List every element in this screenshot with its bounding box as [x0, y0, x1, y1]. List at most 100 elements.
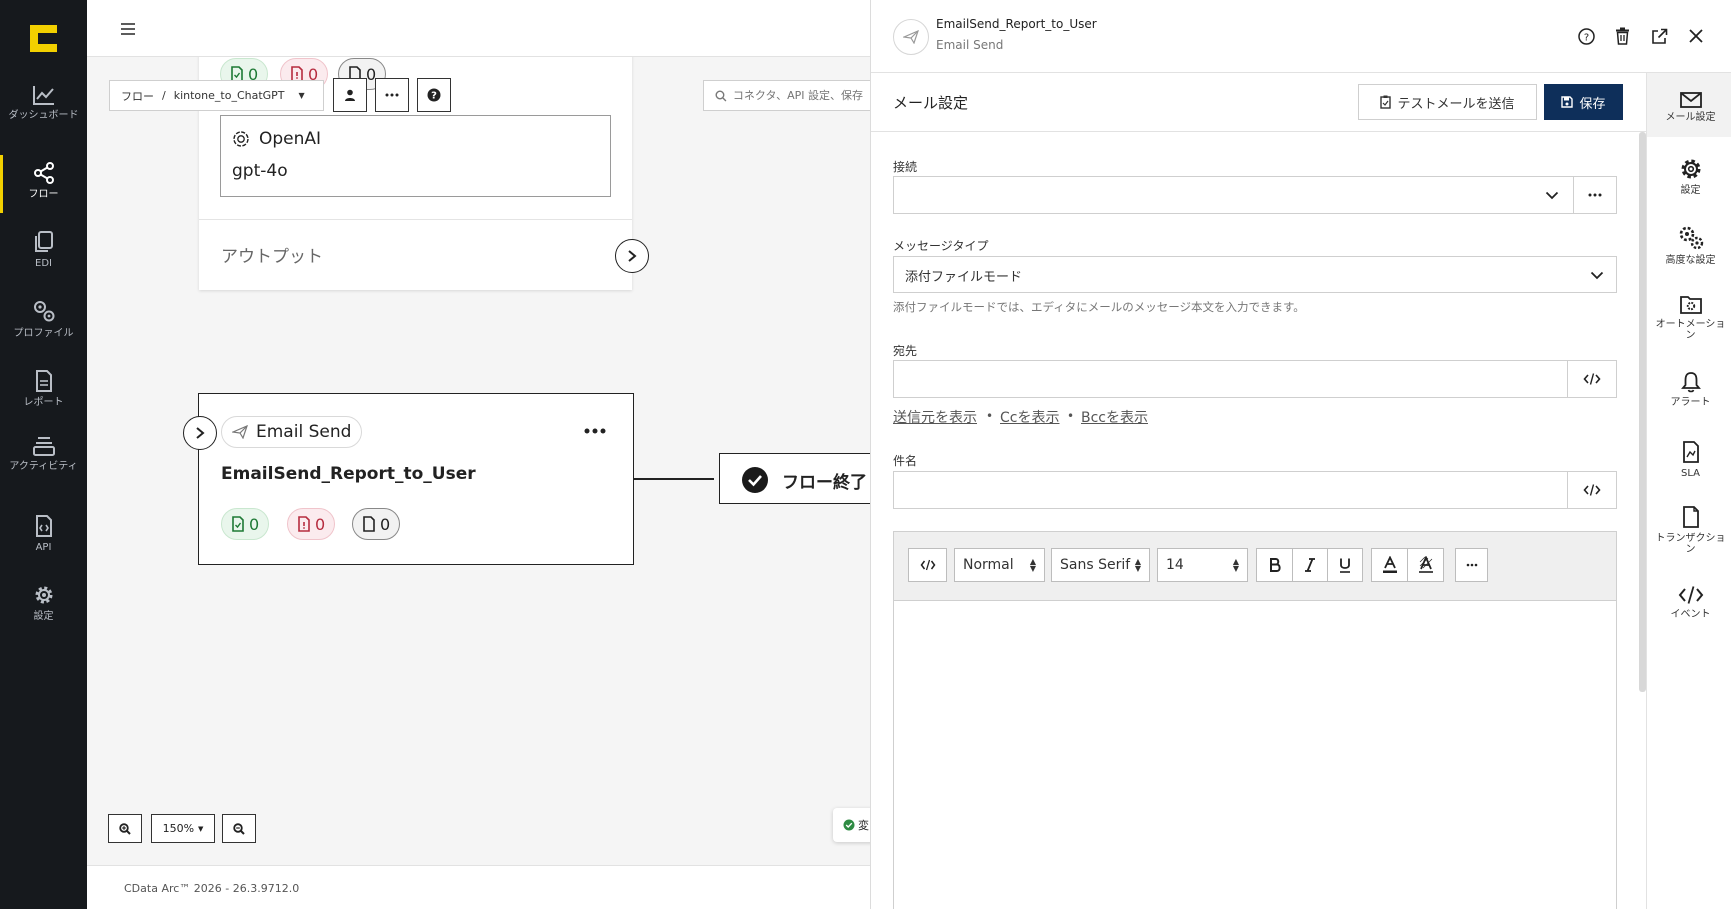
model-info-box: OpenAI gpt-4o	[220, 115, 611, 197]
file-error-icon	[298, 516, 310, 532]
zoom-in-button[interactable]	[108, 814, 142, 843]
save-disk-icon	[1561, 96, 1574, 108]
flow-more-button[interactable]	[375, 78, 409, 112]
format-select[interactable]: Normal ▲ ▼	[954, 548, 1045, 582]
connection-more-button[interactable]	[1573, 176, 1617, 214]
nav-advanced-settings[interactable]: 高度な設定	[1647, 225, 1731, 266]
more-tools-button[interactable]	[1455, 548, 1488, 582]
bell-icon	[1680, 372, 1701, 393]
show-cc-link[interactable]: Ccを表示	[1000, 407, 1059, 427]
mail-icon	[1679, 92, 1702, 108]
nav-alerts[interactable]: アラート	[1647, 371, 1731, 408]
svg-text:?: ?	[431, 91, 437, 102]
connection-select[interactable]	[893, 176, 1574, 214]
help-circle-icon: ?	[427, 88, 441, 102]
flow-connector-line	[634, 478, 714, 480]
help-icon[interactable]: ?	[1578, 28, 1595, 45]
transaction-file-icon	[1682, 506, 1699, 528]
flow-end-node[interactable]: フロー終了	[719, 453, 870, 504]
connector-settings-panel: EmailSend_Report_to_User Email Send ? メー…	[870, 0, 1731, 909]
sidebar-item-settings[interactable]: 設定	[0, 583, 87, 622]
font-size-select[interactable]: 14 ▲ ▼	[1157, 548, 1248, 582]
show-bcc-link[interactable]: Bccを表示	[1081, 407, 1148, 427]
hamburger-menu-icon[interactable]	[120, 22, 136, 36]
save-status-chip: 変	[833, 808, 870, 842]
section-header: メール設定 テストメールを送信 保存	[871, 73, 1646, 132]
output-connector-button[interactable]	[615, 239, 649, 273]
subject-input[interactable]	[893, 471, 1568, 509]
breadcrumb-root[interactable]: フロー	[121, 88, 154, 104]
nav-settings[interactable]: 設定	[1647, 157, 1731, 196]
main-sidebar: ダッシュボード フロー EDI プロファイル レポート アクティビティ API …	[0, 0, 87, 909]
message-type-label: メッセージタイプ	[893, 239, 989, 253]
breadcrumb-current-flow[interactable]: kintone_to_ChatGPT	[174, 89, 285, 102]
canvas-toolbar	[87, 0, 870, 57]
to-input[interactable]	[893, 360, 1568, 398]
message-type-select[interactable]: 添付ファイルモード	[893, 256, 1617, 293]
nav-sla[interactable]: SLA	[1647, 440, 1731, 479]
nav-mail-settings[interactable]: メール設定	[1647, 92, 1731, 123]
email-send-node-card[interactable]: Email Send EmailSend_Report_to_User 0 0 …	[198, 393, 634, 565]
italic-button[interactable]	[1292, 548, 1328, 582]
zoom-out-icon	[233, 822, 245, 835]
subject-label: 件名	[893, 454, 918, 468]
nav-events[interactable]: イベント	[1647, 585, 1731, 620]
to-expression-button[interactable]	[1567, 360, 1617, 398]
flow-help-button[interactable]: ?	[417, 78, 451, 112]
nav-transactions[interactable]: トランザクション	[1647, 505, 1731, 555]
message-type-help: 添付ファイルモードでは、エディタにメールのメッセージ本文を入力できます。	[893, 300, 1305, 314]
sidebar-item-activity[interactable]: アクティビティ	[0, 435, 87, 472]
updown-caret-icon: ▲ ▼	[1134, 557, 1141, 573]
send-test-email-button[interactable]: テストメールを送信	[1358, 84, 1537, 120]
email-body-editor[interactable]	[893, 600, 1617, 909]
underline-button[interactable]	[1327, 548, 1363, 582]
bold-icon	[1269, 558, 1281, 572]
user-icon	[345, 89, 355, 101]
chevron-down-icon	[1545, 191, 1559, 200]
flow-canvas[interactable]: 0 0 0 OpenAI gpt-4o アウトプット フロー / kintone…	[87, 0, 870, 909]
ellipsis-icon	[1466, 563, 1477, 567]
api-file-icon	[35, 515, 52, 537]
file-check-icon	[232, 516, 244, 532]
trash-icon[interactable]	[1615, 27, 1630, 45]
input-connector-button[interactable]	[183, 416, 217, 450]
highlight-color-button[interactable]	[1407, 548, 1444, 582]
panel-scrollbar[interactable]	[1639, 132, 1646, 692]
breadcrumb[interactable]: フロー / kintone_to_ChatGPT ▼	[109, 80, 324, 111]
sidebar-item-dashboard[interactable]: ダッシュボード	[0, 84, 87, 121]
zoom-level-dropdown[interactable]: 150% ▼	[151, 814, 215, 843]
connector-search-field[interactable]	[703, 80, 870, 111]
sidebar-item-api[interactable]: API	[0, 514, 87, 553]
chevron-down-icon	[1590, 271, 1604, 280]
sidebar-item-report[interactable]: レポート	[0, 369, 87, 408]
sidebar-item-label: EDI	[35, 258, 52, 269]
close-icon[interactable]	[1689, 29, 1703, 43]
search-input[interactable]	[732, 89, 870, 102]
updown-caret-icon: ▲ ▼	[1029, 557, 1036, 573]
text-color-button[interactable]	[1371, 548, 1408, 582]
node-more-icon[interactable]	[584, 428, 606, 434]
flow-owner-button[interactable]	[333, 78, 367, 112]
show-from-link[interactable]: 送信元を表示	[893, 407, 977, 427]
sidebar-item-edi[interactable]: EDI	[0, 230, 87, 269]
code-icon	[920, 559, 935, 571]
open-external-icon[interactable]	[1651, 28, 1668, 45]
italic-icon	[1305, 558, 1315, 572]
ellipsis-icon	[385, 93, 399, 97]
nav-automation[interactable]: オートメーション	[1647, 295, 1731, 341]
documents-icon	[34, 231, 53, 252]
save-button[interactable]: 保存	[1544, 84, 1623, 120]
sidebar-item-flow[interactable]: フロー	[0, 155, 87, 213]
underline-icon	[1340, 558, 1350, 573]
font-select[interactable]: Sans Serif ▲ ▼	[1051, 548, 1150, 582]
caret-down-icon: ▼	[298, 91, 305, 100]
flow-end-label: フロー終了	[782, 473, 867, 493]
source-code-button[interactable]	[908, 548, 947, 582]
output-label: アウトプット	[221, 247, 323, 267]
gear-icon	[35, 586, 52, 604]
sidebar-item-profile[interactable]: プロファイル	[0, 298, 87, 339]
bold-button[interactable]	[1256, 548, 1293, 582]
zoom-out-button[interactable]	[222, 814, 256, 843]
subject-expression-button[interactable]	[1567, 471, 1617, 509]
pending-count-badge: 0	[352, 508, 401, 540]
